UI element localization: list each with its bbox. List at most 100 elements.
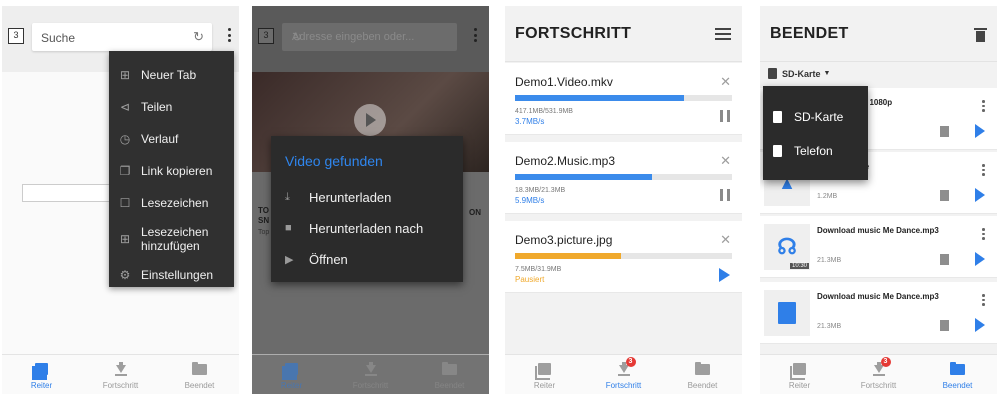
more-options-icon[interactable] — [982, 294, 985, 308]
progress-bar — [515, 95, 732, 101]
phone-storage-icon — [773, 145, 782, 157]
tab-count-button[interactable]: 3 — [8, 28, 24, 44]
menu-item-settings[interactable]: ⚙ Einstellungen — [109, 259, 234, 291]
header: BEENDET — [760, 6, 997, 62]
nav-tab-reiter[interactable]: Reiter — [252, 355, 331, 394]
close-icon[interactable]: ✕ — [720, 232, 731, 248]
storage-option-phone[interactable]: Telefon — [773, 136, 833, 166]
nav-tab-reiter[interactable]: Reiter — [760, 355, 839, 394]
delete-all-icon[interactable] — [974, 28, 987, 42]
progress-bar — [515, 253, 732, 259]
nav-tab-fortschritt[interactable]: Fortschritt — [331, 355, 410, 394]
more-options-icon[interactable] — [474, 28, 478, 44]
nav-tab-beendet[interactable]: Beendet — [160, 355, 239, 394]
nav-label: Fortschritt — [605, 381, 642, 390]
headphones-icon: ☊ — [777, 234, 797, 259]
page-input-field[interactable] — [22, 184, 112, 202]
pause-icon[interactable] — [720, 189, 730, 201]
refresh-icon[interactable]: ↻ — [193, 29, 204, 45]
search-input[interactable]: Suche ↻ — [32, 23, 212, 51]
document-icon — [778, 302, 796, 324]
play-icon: ▶ — [285, 253, 294, 266]
page-text: ON — [469, 208, 481, 217]
sd-card-icon — [768, 68, 777, 79]
menu-item-label: Lesezeichen hinzufügen — [141, 225, 209, 253]
option-label: SD-Karte — [794, 110, 844, 124]
bookmark-add-icon: ⊞ — [119, 232, 131, 246]
download-speed: 3.7MB/s — [515, 117, 545, 126]
nav-tab-fortschritt[interactable]: Fortschritt — [81, 355, 160, 394]
option-download-to[interactable]: ■ Herunterladen nach — [285, 213, 423, 243]
nav-tab-beendet[interactable]: Beendet — [410, 355, 489, 394]
file-item[interactable]: Download music Me Dance.mp3 21.3MB — [760, 282, 997, 344]
play-icon[interactable] — [975, 252, 985, 266]
menu-item-share[interactable]: ⊲ Teilen — [109, 91, 234, 123]
play-icon[interactable] — [975, 124, 985, 138]
pause-icon[interactable] — [720, 110, 730, 122]
delete-icon[interactable] — [940, 254, 949, 265]
nav-tab-reiter[interactable]: Reiter — [505, 355, 584, 394]
document-thumbnail — [764, 290, 810, 336]
file-size: 18.3MB/21.3MB — [515, 187, 566, 194]
menu-item-history[interactable]: ◷ Verlauf — [109, 123, 234, 155]
page-text: SN — [258, 216, 270, 225]
history-icon: ◷ — [119, 132, 131, 146]
resume-icon[interactable] — [719, 268, 730, 282]
header: FORTSCHRITT — [505, 6, 742, 62]
browser-toolbar: 3 Adresse eingeben oder... ↻ — [252, 6, 489, 72]
nav-label: Beendet — [687, 381, 718, 390]
download-icon: ⤓ — [285, 190, 290, 203]
more-options-icon[interactable] — [982, 228, 985, 242]
address-input[interactable]: Adresse eingeben oder... ↻ — [282, 23, 457, 51]
more-options-icon[interactable] — [228, 28, 232, 44]
tab-count-button[interactable]: 3 — [258, 28, 274, 44]
tabs-icon — [282, 363, 298, 380]
storage-selector[interactable]: SD-Karte ▼ — [768, 68, 830, 79]
play-icon[interactable] — [975, 318, 985, 332]
download-item[interactable]: Demo3.picture.jpg ✕ 7.5MB/31.9MB Pausier… — [505, 221, 742, 293]
refresh-icon[interactable]: ↻ — [292, 30, 449, 44]
menu-item-new-tab[interactable]: ⊞ Neuer Tab — [109, 59, 234, 91]
option-label: Telefon — [794, 144, 833, 158]
download-icon — [364, 362, 377, 376]
menu-item-add-bookmark[interactable]: ⊞ Lesezeichen hinzufügen — [109, 219, 234, 259]
download-item[interactable]: Demo1.Video.mkv ✕ 417.1MB/531.9MB 3.7MB/… — [505, 63, 742, 135]
download-icon — [114, 362, 127, 376]
file-size: 21.3MB — [817, 323, 842, 330]
close-icon[interactable]: ✕ — [720, 153, 731, 169]
menu-item-bookmarks[interactable]: ☐ Lesezeichen — [109, 187, 234, 219]
option-download[interactable]: ⤓ Herunterladen — [285, 182, 391, 212]
delete-icon[interactable] — [940, 190, 949, 201]
file-item[interactable]: ☊ 10:30 Download music Me Dance.mp3 21.3M… — [760, 216, 997, 278]
more-options-icon[interactable] — [982, 164, 985, 178]
list-icon[interactable] — [715, 28, 731, 43]
close-icon[interactable]: ✕ — [720, 74, 731, 90]
download-item[interactable]: Demo2.Music.mp3 ✕ 18.3MB/21.3MB 5.9MB/s — [505, 142, 742, 214]
file-title: Download music Me Dance.mp3 — [817, 292, 939, 301]
nav-label: Reiter — [788, 381, 811, 390]
nav-tab-beendet[interactable]: Beendet — [918, 355, 997, 394]
storage-option-sd[interactable]: SD-Karte — [773, 102, 843, 132]
nav-tab-fortschritt[interactable]: 3 Fortschritt — [584, 355, 663, 394]
delete-icon[interactable] — [940, 126, 949, 137]
nav-tab-fortschritt[interactable]: 3 Fortschritt — [839, 355, 918, 394]
option-open[interactable]: ▶ Öffnen — [285, 244, 348, 274]
search-placeholder: Suche — [41, 31, 76, 45]
share-icon: ⊲ — [119, 100, 131, 114]
delete-icon[interactable] — [940, 320, 949, 331]
play-icon[interactable] — [354, 104, 386, 136]
nav-tab-reiter[interactable]: Reiter — [2, 355, 81, 394]
page-text: TO — [258, 206, 269, 215]
dialog-title: Video gefunden — [285, 153, 383, 169]
nav-tab-beendet[interactable]: Beendet — [663, 355, 742, 394]
folder-icon: ■ — [285, 222, 292, 234]
menu-item-copy-link[interactable]: ❐ Link kopieren — [109, 155, 234, 187]
more-options-icon[interactable] — [982, 100, 985, 114]
finished-screen: BEENDET SD-Karte▼ nloads Ridge 1080ptv ▲… — [760, 6, 997, 394]
progress-screen: FORTSCHRITT Demo1.Video.mkv ✕ 417.1MB/53… — [505, 6, 742, 394]
options-menu: ⊞ Neuer Tab ⊲ Teilen ◷ Verlauf ❐ Link kopier… — [109, 51, 234, 287]
progress-fill — [515, 174, 652, 180]
play-icon[interactable] — [975, 188, 985, 202]
page-text: Top — [258, 229, 270, 236]
menu-item-label: Einstellungen — [141, 268, 214, 282]
